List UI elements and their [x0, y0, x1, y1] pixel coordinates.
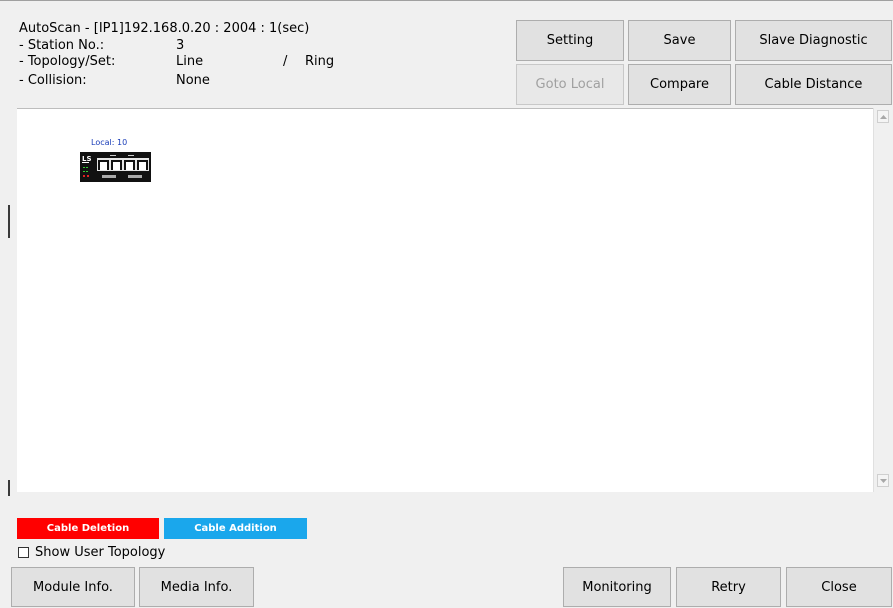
goto-local-button[interactable]: Goto Local: [516, 64, 624, 105]
compare-button[interactable]: Compare: [628, 64, 731, 105]
topology-value: Line: [176, 54, 204, 69]
topology-set-value: Ring: [305, 54, 335, 69]
cable-deletion-label: Cable Deletion: [46, 523, 130, 534]
setting-button[interactable]: Setting: [516, 20, 624, 61]
retry-button[interactable]: Retry: [676, 567, 781, 607]
cable-deletion-legend: Cable Deletion: [17, 518, 159, 539]
save-button[interactable]: Save: [628, 20, 731, 61]
cable-addition-legend: Cable Addition: [164, 518, 307, 539]
collision-value: None: [176, 73, 210, 88]
window-edge: [8, 205, 10, 238]
show-user-topology-label: Show User Topology: [35, 545, 166, 560]
cable-addition-label: Cable Addition: [194, 523, 277, 534]
vertical-scrollbar[interactable]: [873, 108, 892, 492]
scroll-down-icon[interactable]: [877, 474, 889, 487]
show-user-topology-option[interactable]: Show User Topology: [18, 545, 165, 560]
ethernet-module-icon: LS: [80, 152, 151, 182]
module-station-label: Local: 10: [91, 138, 128, 147]
media-info-button[interactable]: Media Info.: [139, 567, 254, 607]
autoscan-window: AutoScan - [IP1]192.168.0.20 : 2004 : 1(…: [0, 0, 893, 608]
window-edge: [8, 480, 10, 496]
scroll-up-icon[interactable]: [877, 110, 889, 123]
show-user-topology-checkbox[interactable]: [18, 547, 29, 558]
station-label: - Station No.:: [19, 38, 105, 53]
scan-title: AutoScan - [IP1]192.168.0.20 : 2004 : 1(…: [19, 21, 310, 36]
cable-distance-button[interactable]: Cable Distance: [735, 64, 892, 105]
slave-diagnostic-button[interactable]: Slave Diagnostic: [735, 20, 892, 61]
topology-separator: /: [283, 54, 288, 69]
station-value: 3: [176, 38, 185, 53]
topology-label: - Topology/Set:: [19, 54, 116, 69]
module-info-button[interactable]: Module Info.: [11, 567, 135, 607]
monitoring-button[interactable]: Monitoring: [563, 567, 671, 607]
title-bar-edge: [0, 0, 893, 1]
collision-label: - Collision:: [19, 73, 87, 88]
close-button[interactable]: Close: [786, 567, 892, 607]
module-brand: LS: [82, 155, 92, 163]
